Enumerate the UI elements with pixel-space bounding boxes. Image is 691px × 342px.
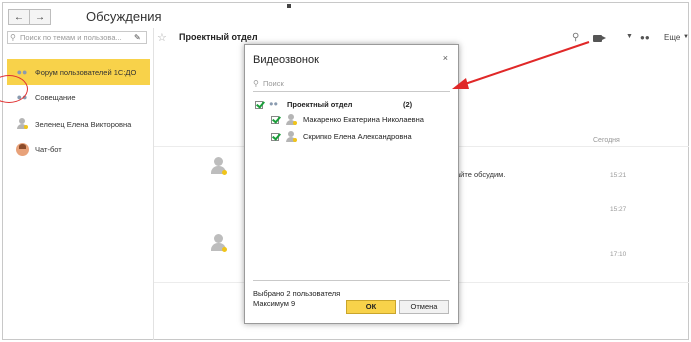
close-icon[interactable]: × [443,53,448,63]
search-icon: ⚲ [10,33,16,42]
max-count-text: Максимум 9 [253,299,296,308]
user-icon [285,131,297,145]
message-time: 15:27 [610,206,627,213]
conversation-search-input[interactable]: ⚲ Поиск по темам и пользова... [7,31,147,44]
group-name: Проектный отдел [287,100,353,109]
forward-button[interactable]: → [30,9,51,25]
user-avatar [210,157,228,177]
group-count: (2) [403,100,413,109]
bot-avatar-icon [15,142,29,156]
chevron-down-icon[interactable]: ▼ [626,33,633,40]
video-call-icon[interactable] [593,35,606,42]
user-icon [285,114,297,128]
app-title: Обсуждения [86,9,162,24]
nav-buttons: ← → [8,9,51,25]
conversation-label: Чат-бот [35,144,62,154]
window-grip [287,4,291,8]
video-call-dialog: Видеозвонок × ⚲ Поиск ●● Проектный отдел… [244,44,459,324]
conversation-label: Зеленец Елена Викторовна [35,119,132,129]
conversation-label: Совещание [35,92,76,102]
user-icon [15,117,29,131]
new-discussion-icon[interactable]: ✎ [134,33,141,42]
search-placeholder: Поиск по темам и пользова... [20,33,122,42]
search-icon[interactable]: ⚲ [572,32,579,43]
divider [153,28,154,340]
member-name: Макаренко Екатерина Николаевна [303,115,424,124]
more-button[interactable]: Еще [664,33,680,42]
group-checkbox[interactable] [255,101,263,109]
message-time: 17:10 [610,251,627,258]
member-checkbox[interactable] [271,133,279,141]
conversation-item-bot[interactable]: Чат-бот [7,136,150,162]
back-button[interactable]: ← [8,9,30,25]
participant-search-input[interactable]: ⚲ Поиск [253,79,450,92]
chat-title: Проектный отдел [179,32,258,42]
user-avatar [210,234,228,254]
selected-count-text: Выбрано 2 пользователя [253,289,341,298]
conversation-label: Форум пользователей 1С:ДО [35,67,137,77]
conversation-item-meeting[interactable]: ●● Совещание [7,84,150,110]
favorite-star-icon[interactable]: ☆ [157,31,167,44]
member-checkbox[interactable] [271,116,279,124]
message-time: 15:21 [610,172,627,179]
conversation-item-user[interactable]: Зеленец Елена Викторовна [7,111,150,137]
search-icon: ⚲ [253,79,259,88]
divider [253,280,450,281]
dialog-title: Видеозвонок [253,54,319,66]
chevron-down-icon: ▼ [683,34,689,40]
member-name: Скрипко Елена Александровна [303,132,412,141]
search-placeholder: Поиск [263,79,284,88]
ok-button[interactable]: ОК [346,300,396,314]
cancel-button[interactable]: Отмена [399,300,449,314]
conversation-item-forum[interactable]: ●● Форум пользователей 1С:ДО [7,59,150,85]
day-separator: Сегодня [593,137,620,144]
message-text: айте обсудим. [456,170,506,179]
participants-icon[interactable]: ●● [640,33,650,42]
group-icon: ●● [269,99,279,108]
